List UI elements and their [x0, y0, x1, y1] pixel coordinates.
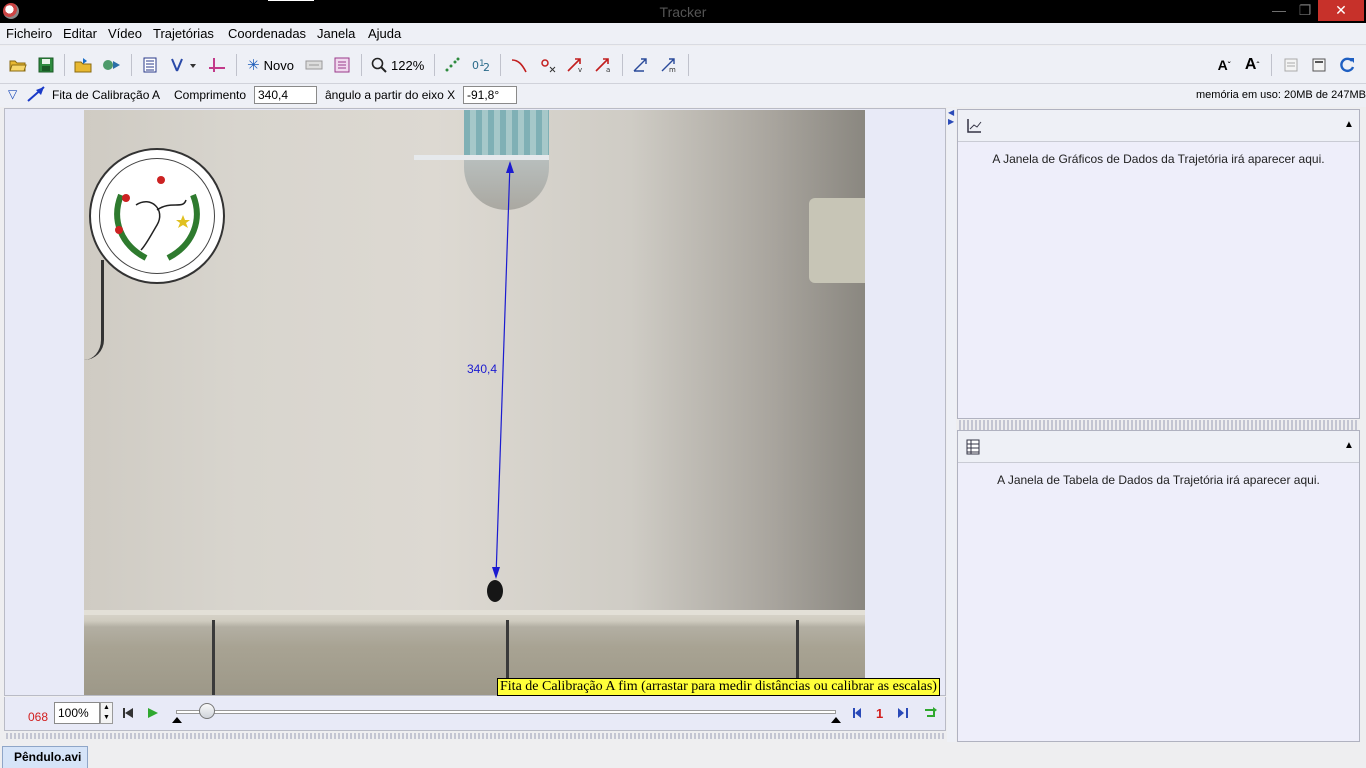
- track-name[interactable]: Fita de Calibração A: [52, 88, 160, 102]
- step-size[interactable]: 1: [876, 706, 883, 721]
- floor-tile-line: [212, 620, 215, 695]
- points-icon[interactable]: [537, 55, 559, 75]
- title-accent-line: [268, 0, 314, 1]
- refresh-icon[interactable]: [1337, 55, 1357, 75]
- open-folder-icon[interactable]: [8, 55, 28, 75]
- title-bar: Tracker — ❐ ✕: [0, 0, 1366, 23]
- tape-tooltip: Fita de Calibração A fim (arrastar para …: [497, 678, 940, 696]
- menu-trajetorias[interactable]: Trajetórias: [153, 26, 214, 41]
- center-of-mass-icon[interactable]: m: [658, 55, 680, 75]
- frame-slider-track[interactable]: [176, 710, 836, 714]
- step-back-icon[interactable]: [852, 706, 864, 720]
- axes-icon[interactable]: [206, 55, 228, 75]
- calibration-tools-icon[interactable]: [168, 55, 198, 75]
- splitter-arrows-icon[interactable]: ◀ ▶: [948, 108, 954, 126]
- vector-sum-icon[interactable]: [630, 55, 652, 75]
- menu-video[interactable]: Vídeo: [108, 26, 142, 41]
- table-icon[interactable]: [966, 439, 980, 458]
- play-icon[interactable]: [147, 706, 159, 720]
- trails-icon[interactable]: [442, 55, 462, 75]
- video-link-icon[interactable]: [101, 55, 123, 75]
- table-collapse-icon[interactable]: ▲: [1344, 440, 1354, 451]
- rate-spinner[interactable]: ▲ ▼: [100, 702, 113, 724]
- svg-text:m: m: [669, 66, 676, 73]
- angle-field[interactable]: [463, 86, 517, 104]
- table-panel-header: ▲: [958, 431, 1359, 463]
- start-marker-icon[interactable]: [172, 717, 182, 723]
- frame-number[interactable]: 068: [28, 710, 48, 724]
- velocity-vectors-icon[interactable]: v: [564, 55, 586, 75]
- clip-settings-icon[interactable]: [140, 55, 160, 75]
- magnifier-icon: [371, 57, 387, 73]
- step-forward-icon[interactable]: [897, 706, 909, 720]
- save-icon[interactable]: [36, 55, 56, 75]
- frame-slider-thumb[interactable]: [199, 703, 215, 719]
- go-to-start-icon[interactable]: [122, 706, 134, 720]
- maximize-button[interactable]: ❐: [1292, 0, 1318, 21]
- length-field[interactable]: [254, 86, 317, 104]
- plot-collapse-icon[interactable]: ▲: [1344, 119, 1354, 130]
- university-logo: [89, 148, 225, 284]
- menu-bar: Ficheiro Editar Vídeo Trajetórias Coorde…: [0, 23, 1366, 45]
- font-decrease-icon[interactable]: Aˇ: [1214, 55, 1234, 75]
- labels-icon[interactable]: 012: [470, 55, 492, 75]
- pendulum-support-rod: [414, 155, 549, 160]
- track-property-bar: ▽ Fita de Calibração A Comprimento ângul…: [0, 84, 1366, 107]
- path-icon[interactable]: [508, 55, 530, 75]
- open-file-icon[interactable]: [73, 55, 93, 75]
- window-title: Tracker: [659, 4, 707, 20]
- tape-measure-icon: [26, 85, 46, 106]
- player-bar: [4, 697, 946, 731]
- loop-icon[interactable]: [924, 706, 938, 720]
- zoom-label: 122%: [391, 57, 425, 73]
- properties-icon[interactable]: [1309, 55, 1329, 75]
- plot-placeholder-message: A Janela de Gráficos de Dados da Trajetó…: [992, 152, 1325, 166]
- svg-text:2: 2: [483, 61, 490, 73]
- length-label: Comprimento: [174, 88, 247, 102]
- new-track-button[interactable]: ✳ Novo: [247, 55, 299, 75]
- plot-panel-header: ▲: [958, 110, 1359, 142]
- svg-text:0: 0: [472, 59, 479, 72]
- star-icon: ✳: [247, 57, 260, 74]
- document-icon[interactable]: [1281, 55, 1301, 75]
- fixture-top: [464, 110, 549, 160]
- right-splitter[interactable]: [959, 420, 1359, 430]
- minimize-button[interactable]: —: [1266, 0, 1292, 21]
- svg-text:a: a: [606, 66, 610, 73]
- angle-label: ângulo a partir do eixo X: [325, 88, 456, 102]
- tape-length-readout[interactable]: 340,4: [467, 362, 497, 376]
- acceleration-vectors-icon[interactable]: a: [592, 55, 614, 75]
- table-placeholder-message: A Janela de Tabela de Dados da Trajetóri…: [997, 473, 1320, 487]
- playback-rate-field[interactable]: [54, 702, 100, 724]
- collapse-triangle-icon[interactable]: ▽: [8, 87, 17, 101]
- new-track-label: Novo: [263, 57, 294, 73]
- wall-switch: [809, 198, 865, 283]
- font-increase-icon[interactable]: Aˆ: [1241, 55, 1263, 75]
- menu-coordenadas[interactable]: Coordenadas: [228, 26, 306, 41]
- video-tab[interactable]: Pêndulo.avi: [2, 746, 88, 768]
- table-panel: ▲ A Janela de Tabela de Dados da Trajetó…: [957, 430, 1360, 742]
- toolbar: ✳ Novo 122% 012 v a m Aˇ Aˆ: [0, 46, 1366, 84]
- end-marker-icon[interactable]: [831, 717, 841, 723]
- menu-ajuda[interactable]: Ajuda: [368, 26, 401, 41]
- zoom-button[interactable]: 122%: [371, 55, 427, 75]
- logo-emblem-icon: [114, 176, 200, 261]
- player-splitter[interactable]: [6, 733, 944, 739]
- close-button[interactable]: ✕: [1318, 0, 1364, 21]
- track-control-icon[interactable]: [304, 55, 324, 75]
- main-splitter[interactable]: ◀ ▶: [947, 108, 956, 742]
- menu-editar[interactable]: Editar: [63, 26, 97, 41]
- plot-panel: ▲ A Janela de Gráficos de Dados da Traje…: [957, 109, 1360, 419]
- memory-usage[interactable]: memória em uso: 20MB de 247MB: [1196, 89, 1366, 101]
- menu-ficheiro[interactable]: Ficheiro: [6, 26, 52, 41]
- menu-janela[interactable]: Janela: [317, 26, 355, 41]
- pendulum-bob: [487, 580, 503, 602]
- notes-icon[interactable]: [332, 55, 352, 75]
- svg-text:v: v: [578, 66, 582, 73]
- plot-icon[interactable]: [966, 118, 982, 137]
